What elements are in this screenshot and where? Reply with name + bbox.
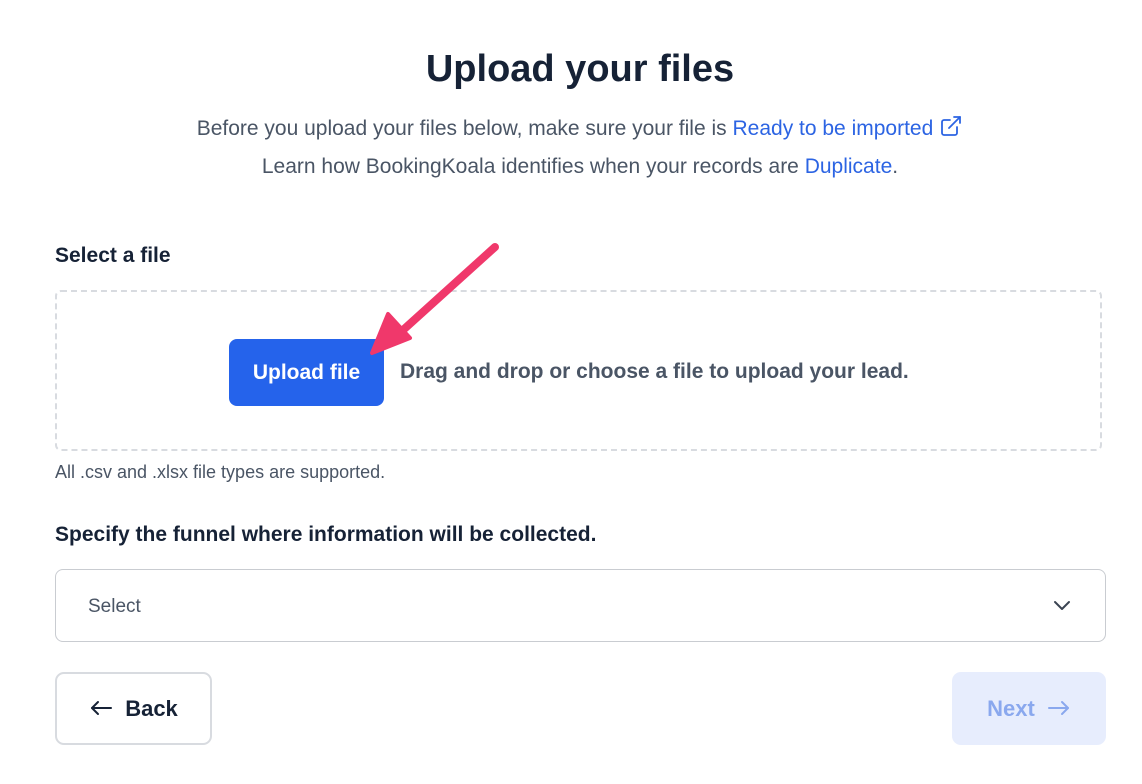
intro-text-duplicate: Learn how BookingKoala identifies when y… [261, 155, 805, 178]
chevron-down-icon [1053, 598, 1071, 617]
page-title: Upload your files [425, 48, 735, 90]
intro-line-ready: Before you upload your files below, make… [0, 114, 1142, 144]
intro-period: . [892, 155, 899, 178]
funnel-select[interactable]: Select [55, 569, 1106, 642]
upload-page: Upload your files Before you upload your… [0, 0, 1142, 784]
duplicate-link[interactable]: Duplicate [805, 155, 893, 178]
intro-text-ready: Before you upload your files below, make… [196, 117, 733, 140]
file-type-hint: All .csv and .xlsx file types are suppor… [55, 462, 386, 482]
back-button[interactable]: Back [55, 672, 212, 745]
arrow-left-icon [89, 696, 113, 722]
funnel-label: Specify the funnel where information wil… [55, 523, 597, 546]
next-button-label: Next [987, 695, 1035, 721]
back-button-label: Back [125, 695, 178, 721]
dropzone-instructions: Drag and drop or choose a file to upload… [400, 360, 909, 383]
intro-line-duplicate: Learn how BookingKoala identifies when y… [0, 155, 1142, 179]
upload-file-button[interactable]: Upload file [229, 339, 384, 406]
next-button[interactable]: Next [952, 672, 1106, 745]
funnel-select-value: Select [88, 596, 141, 617]
arrow-right-icon [1047, 696, 1071, 722]
ready-to-import-link[interactable]: Ready to be imported [732, 117, 933, 140]
external-link-icon[interactable] [939, 114, 963, 144]
select-file-label: Select a file [55, 244, 171, 267]
